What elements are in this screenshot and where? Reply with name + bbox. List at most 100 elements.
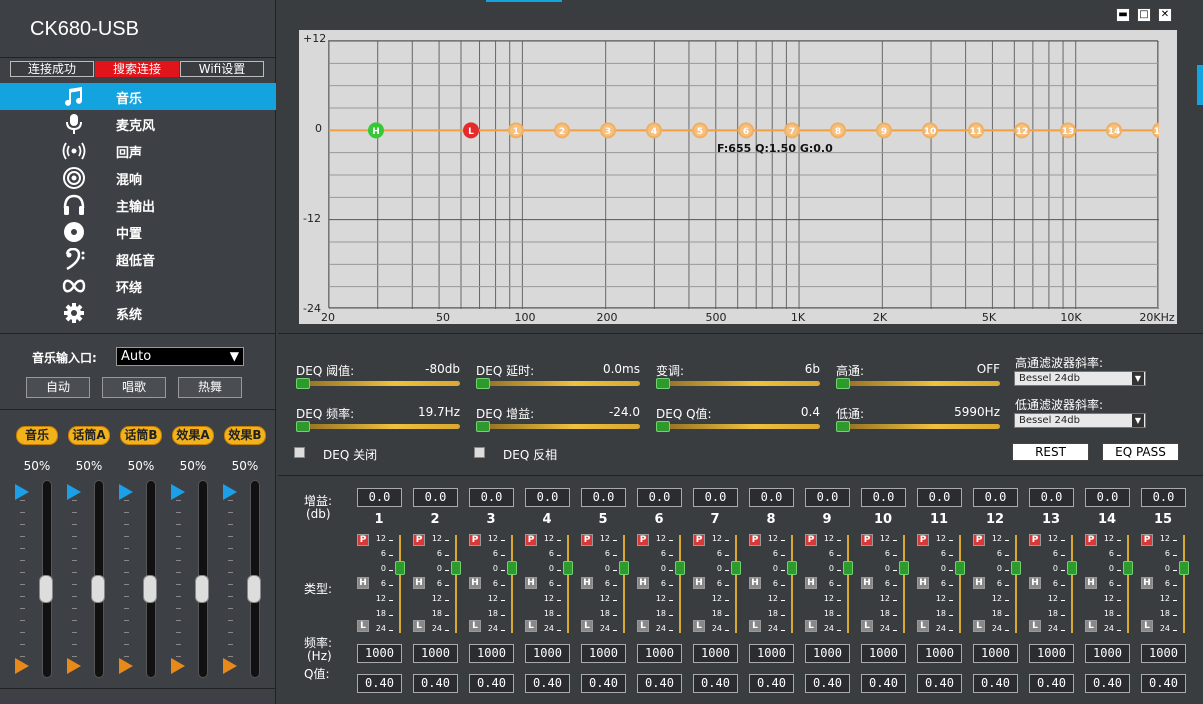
hp-slope-select[interactable]: Bessel 24db ▼ xyxy=(1014,371,1146,386)
eq-point-7[interactable]: 7 xyxy=(784,122,800,139)
band-gain-slider-knob[interactable] xyxy=(395,561,405,575)
param-slider-deq_q[interactable] xyxy=(656,424,820,429)
channel-button-3[interactable]: 效果A xyxy=(172,426,214,445)
eq-point-1[interactable]: 1 xyxy=(508,122,524,139)
band-gain-slider-knob[interactable] xyxy=(619,561,629,575)
eq-point-2[interactable]: 2 xyxy=(554,122,570,139)
band-gain-slider-track[interactable] xyxy=(791,535,793,633)
band-gain-input[interactable]: 0.0 xyxy=(1029,488,1074,507)
band-q-input[interactable]: 0.40 xyxy=(917,674,962,693)
minimize-icon[interactable]: ▬ xyxy=(1116,8,1130,22)
param-slider-deq_delay[interactable] xyxy=(476,381,640,386)
band-gain-input[interactable]: 0.0 xyxy=(1141,488,1186,507)
deq-invert-checkbox[interactable] xyxy=(474,447,485,458)
eq-point-14[interactable]: 14 xyxy=(1106,122,1122,139)
channel-fader-knob[interactable] xyxy=(39,575,53,603)
band-gain-slider-track[interactable] xyxy=(959,535,961,633)
band-gain-slider-knob[interactable] xyxy=(1123,561,1133,575)
param-slider-deq_freq[interactable] xyxy=(296,424,460,429)
channel-button-2[interactable]: 话筒B xyxy=(120,426,162,445)
channel-fader-knob[interactable] xyxy=(91,575,105,603)
sidebar-item-6[interactable]: 超低音 xyxy=(0,245,276,272)
close-icon[interactable]: ✕ xyxy=(1158,8,1172,22)
band-gain-slider-knob[interactable] xyxy=(899,561,909,575)
band-gain-input[interactable]: 0.0 xyxy=(693,488,738,507)
band-gain-input[interactable]: 0.0 xyxy=(917,488,962,507)
wifi-settings-button[interactable]: Wifi设置 xyxy=(180,61,264,77)
band-gain-input[interactable]: 0.0 xyxy=(973,488,1018,507)
band-gain-slider-knob[interactable] xyxy=(955,561,965,575)
eq-point-9[interactable]: 9 xyxy=(876,122,892,139)
channel-fader-knob[interactable] xyxy=(143,575,157,603)
eq-point-6[interactable]: 6 xyxy=(738,122,754,139)
input-select[interactable]: Auto ▼ xyxy=(116,347,244,366)
param-slider-highpass[interactable] xyxy=(836,381,1000,386)
param-slider-deq_threshold[interactable] xyxy=(296,381,460,386)
param-slider-knob[interactable] xyxy=(656,421,670,432)
band-gain-slider-track[interactable] xyxy=(679,535,681,633)
channel-fader-knob[interactable] xyxy=(195,575,209,603)
band-gain-slider-track[interactable] xyxy=(1183,535,1185,633)
sidebar-item-0[interactable]: 音乐 xyxy=(0,83,276,110)
eq-point-10[interactable]: 10 xyxy=(922,122,938,139)
eq-curve-svg[interactable]: HL123456789101112131415F:655 Q:1.50 G:0.… xyxy=(328,40,1168,310)
param-slider-knob[interactable] xyxy=(296,378,310,389)
band-freq-input[interactable]: 1000 xyxy=(357,644,402,663)
band-freq-input[interactable]: 1000 xyxy=(973,644,1018,663)
sidebar-item-4[interactable]: 主输出 xyxy=(0,191,276,218)
band-gain-slider-knob[interactable] xyxy=(675,561,685,575)
band-freq-input[interactable]: 1000 xyxy=(861,644,906,663)
channel-button-4[interactable]: 效果B xyxy=(224,426,266,445)
sing-button[interactable]: 唱歌 xyxy=(102,377,166,398)
band-gain-slider-track[interactable] xyxy=(567,535,569,633)
band-gain-slider-track[interactable] xyxy=(735,535,737,633)
band-gain-slider-knob[interactable] xyxy=(731,561,741,575)
band-gain-slider-track[interactable] xyxy=(455,535,457,633)
band-gain-input[interactable]: 0.0 xyxy=(637,488,682,507)
band-gain-slider-track[interactable] xyxy=(511,535,513,633)
band-q-input[interactable]: 0.40 xyxy=(525,674,570,693)
band-freq-input[interactable]: 1000 xyxy=(413,644,458,663)
band-gain-input[interactable]: 0.0 xyxy=(469,488,514,507)
band-gain-slider-track[interactable] xyxy=(1015,535,1017,633)
band-freq-input[interactable]: 1000 xyxy=(805,644,850,663)
param-slider-knob[interactable] xyxy=(296,421,310,432)
eq-point-4[interactable]: 4 xyxy=(646,122,662,139)
eq-point-12[interactable]: 12 xyxy=(1014,122,1030,139)
band-gain-input[interactable]: 0.0 xyxy=(805,488,850,507)
param-slider-lowpass[interactable] xyxy=(836,424,1000,429)
eq-point-11[interactable]: 11 xyxy=(968,122,984,139)
band-q-input[interactable]: 0.40 xyxy=(861,674,906,693)
sidebar-item-7[interactable]: 环绕 xyxy=(0,272,276,299)
band-gain-slider-knob[interactable] xyxy=(563,561,573,575)
auto-button[interactable]: 自动 xyxy=(26,377,90,398)
band-gain-input[interactable]: 0.0 xyxy=(749,488,794,507)
channel-button-1[interactable]: 话筒A xyxy=(68,426,110,445)
channel-button-0[interactable]: 音乐 xyxy=(16,426,58,445)
band-gain-slider-knob[interactable] xyxy=(507,561,517,575)
lp-slope-select[interactable]: Bessel 24db ▼ xyxy=(1014,413,1146,428)
band-freq-input[interactable]: 1000 xyxy=(749,644,794,663)
band-gain-slider-knob[interactable] xyxy=(1011,561,1021,575)
band-gain-slider-track[interactable] xyxy=(399,535,401,633)
band-q-input[interactable]: 0.40 xyxy=(805,674,850,693)
band-freq-input[interactable]: 1000 xyxy=(469,644,514,663)
band-freq-input[interactable]: 1000 xyxy=(917,644,962,663)
band-gain-slider-track[interactable] xyxy=(903,535,905,633)
param-slider-knob[interactable] xyxy=(476,421,490,432)
band-freq-input[interactable]: 1000 xyxy=(637,644,682,663)
band-gain-slider-track[interactable] xyxy=(847,535,849,633)
band-freq-input[interactable]: 1000 xyxy=(1085,644,1130,663)
sidebar-item-1[interactable]: 麦克风 xyxy=(0,110,276,137)
band-gain-slider-track[interactable] xyxy=(623,535,625,633)
band-gain-input[interactable]: 0.0 xyxy=(861,488,906,507)
connected-button[interactable]: 连接成功 xyxy=(10,61,94,77)
rest-button[interactable]: REST xyxy=(1012,443,1089,461)
eq-point-15[interactable]: 15 xyxy=(1152,122,1168,139)
band-gain-input[interactable]: 0.0 xyxy=(525,488,570,507)
param-slider-deq_gain[interactable] xyxy=(476,424,640,429)
eq-point-L[interactable]: L xyxy=(463,122,479,139)
band-gain-input[interactable]: 0.0 xyxy=(1085,488,1130,507)
sidebar-item-5[interactable]: 中置 xyxy=(0,218,276,245)
band-freq-input[interactable]: 1000 xyxy=(581,644,626,663)
